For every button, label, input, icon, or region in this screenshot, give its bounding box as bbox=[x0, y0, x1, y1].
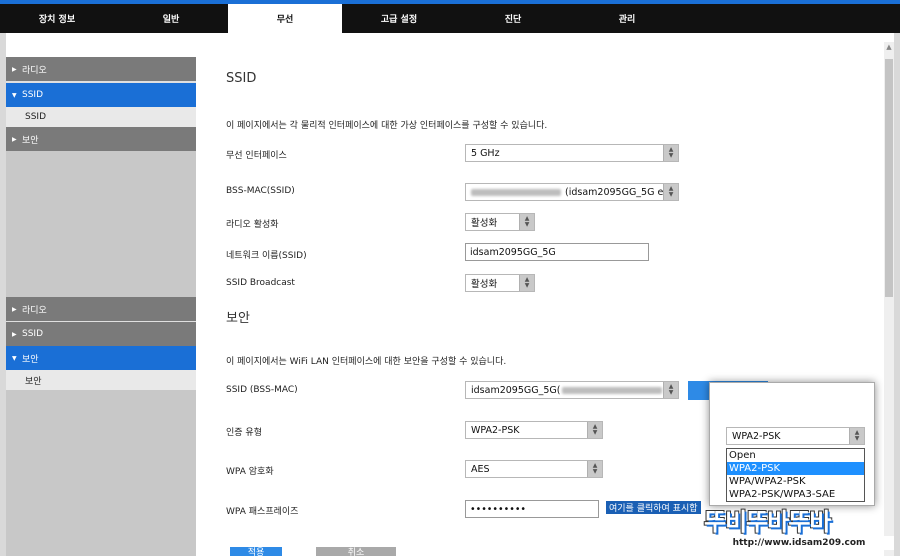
network-name-input[interactable]: idsam2095GG_5G bbox=[465, 243, 649, 261]
ssid-bss-mac-select[interactable]: idsam2095GG_5G( ▲ ▼ bbox=[465, 381, 679, 399]
wpa-encryption-label: WPA 암호화 bbox=[226, 467, 274, 477]
select-value: AES bbox=[471, 463, 490, 475]
tab-diagnostics[interactable]: 진단 bbox=[456, 4, 570, 33]
radio-enable-label: 라디오 활성화 bbox=[226, 220, 279, 230]
security-description: 이 페이지에서는 WiFi LAN 인터페이스에 대한 보안을 구성할 수 있습… bbox=[226, 357, 507, 367]
main-navigation: 장치 정보 일반 무선 고급 설정 진단 관리 bbox=[0, 4, 900, 33]
wpa-passphrase-label: WPA 패스프레이즈 bbox=[226, 507, 299, 517]
ssid-bss-mac-label: SSID (BSS-MAC) bbox=[226, 385, 298, 395]
select-value: 활성화 bbox=[471, 279, 498, 290]
wpa-passphrase-input[interactable]: •••••••••• bbox=[465, 500, 599, 518]
cancel-button[interactable]: 취소 bbox=[316, 547, 396, 556]
wpa-encryption-select[interactable]: AES ▲ ▼ bbox=[465, 460, 603, 478]
tab-general[interactable]: 일반 bbox=[114, 4, 228, 33]
ssid-broadcast-select[interactable]: 활성화 ▲ ▼ bbox=[465, 274, 535, 292]
select-arrows-icon: ▲ ▼ bbox=[587, 422, 602, 438]
auth-type-dropdown-popup: WPA2-PSK ▲ ▼ Open WPA2-PSK WPA/WPA2-PSK W… bbox=[709, 382, 875, 506]
bss-mac-select[interactable]: (idsam2095GG_5G en ▲ ▼ bbox=[465, 183, 679, 201]
option-open[interactable]: Open bbox=[727, 449, 864, 462]
watermark-logo-text: 뚜비뚜바뚜바 bbox=[704, 508, 831, 536]
redacted-mac bbox=[562, 386, 663, 394]
auth-type-options-list: Open WPA2-PSK WPA/WPA2-PSK WPA2-PSK/WPA3… bbox=[726, 448, 865, 502]
select-arrows-icon: ▲ ▼ bbox=[663, 145, 678, 161]
select-arrows-icon: ▲ ▼ bbox=[519, 214, 534, 230]
select-value: (idsam2095GG_5G en bbox=[565, 186, 670, 198]
apply-button[interactable]: 적용 bbox=[230, 547, 282, 556]
redacted-mac bbox=[471, 188, 561, 196]
auth-type-dropdown-select[interactable]: WPA2-PSK ▲ ▼ bbox=[726, 427, 865, 445]
section-title-ssid: SSID bbox=[226, 71, 257, 86]
select-value: 5 GHz bbox=[471, 147, 500, 159]
select-arrows-icon: ▲ ▼ bbox=[663, 382, 678, 398]
select-arrows-icon: ▲ ▼ bbox=[663, 184, 678, 200]
option-wpa-wpa2-psk[interactable]: WPA/WPA2-PSK bbox=[727, 475, 864, 488]
tab-device-info[interactable]: 장치 정보 bbox=[0, 4, 114, 33]
select-value: idsam2095GG_5G( bbox=[471, 384, 561, 396]
network-name-label: 네트워크 이름(SSID) bbox=[226, 251, 307, 261]
select-value: WPA2-PSK bbox=[732, 430, 781, 442]
ssid-broadcast-label: SSID Broadcast bbox=[226, 278, 295, 288]
select-arrows-icon: ▲ ▼ bbox=[587, 461, 602, 477]
tab-management[interactable]: 관리 bbox=[570, 4, 684, 33]
show-passphrase-hint[interactable]: 여기를 클릭하여 표시합 bbox=[606, 501, 701, 514]
bss-mac-label: BSS-MAC(SSID) bbox=[226, 186, 295, 196]
select-arrows-icon: ▲ ▼ bbox=[519, 275, 534, 291]
tab-wireless[interactable]: 무선 bbox=[228, 4, 342, 33]
auth-type-label: 인증 유형 bbox=[226, 428, 262, 438]
select-value: WPA2-PSK bbox=[471, 424, 520, 436]
section-title-security: 보안 bbox=[226, 311, 250, 326]
auth-type-select[interactable]: WPA2-PSK ▲ ▼ bbox=[465, 421, 603, 439]
option-wpa2-psk[interactable]: WPA2-PSK bbox=[727, 462, 864, 475]
tab-advanced[interactable]: 고급 설정 bbox=[342, 4, 456, 33]
input-value: •••••••••• bbox=[470, 503, 527, 515]
radio-enable-select[interactable]: 활성화 ▲ ▼ bbox=[465, 213, 535, 231]
wireless-interface-label: 무선 인터페이스 bbox=[226, 151, 287, 161]
ssid-description: 이 페이지에서는 각 물리적 인터페이스에 대한 가상 인터페이스를 구성할 수… bbox=[226, 121, 548, 131]
watermark-url: http://www.idsam209.com bbox=[704, 536, 894, 550]
input-value: idsam2095GG_5G bbox=[470, 246, 556, 258]
wireless-interface-select[interactable]: 5 GHz ▲ ▼ bbox=[465, 144, 679, 162]
watermark: 뚜비뚜바뚜바 http://www.idsam209.com bbox=[700, 500, 900, 556]
select-arrows-icon: ▲ ▼ bbox=[849, 428, 864, 444]
select-value: 활성화 bbox=[471, 218, 498, 229]
